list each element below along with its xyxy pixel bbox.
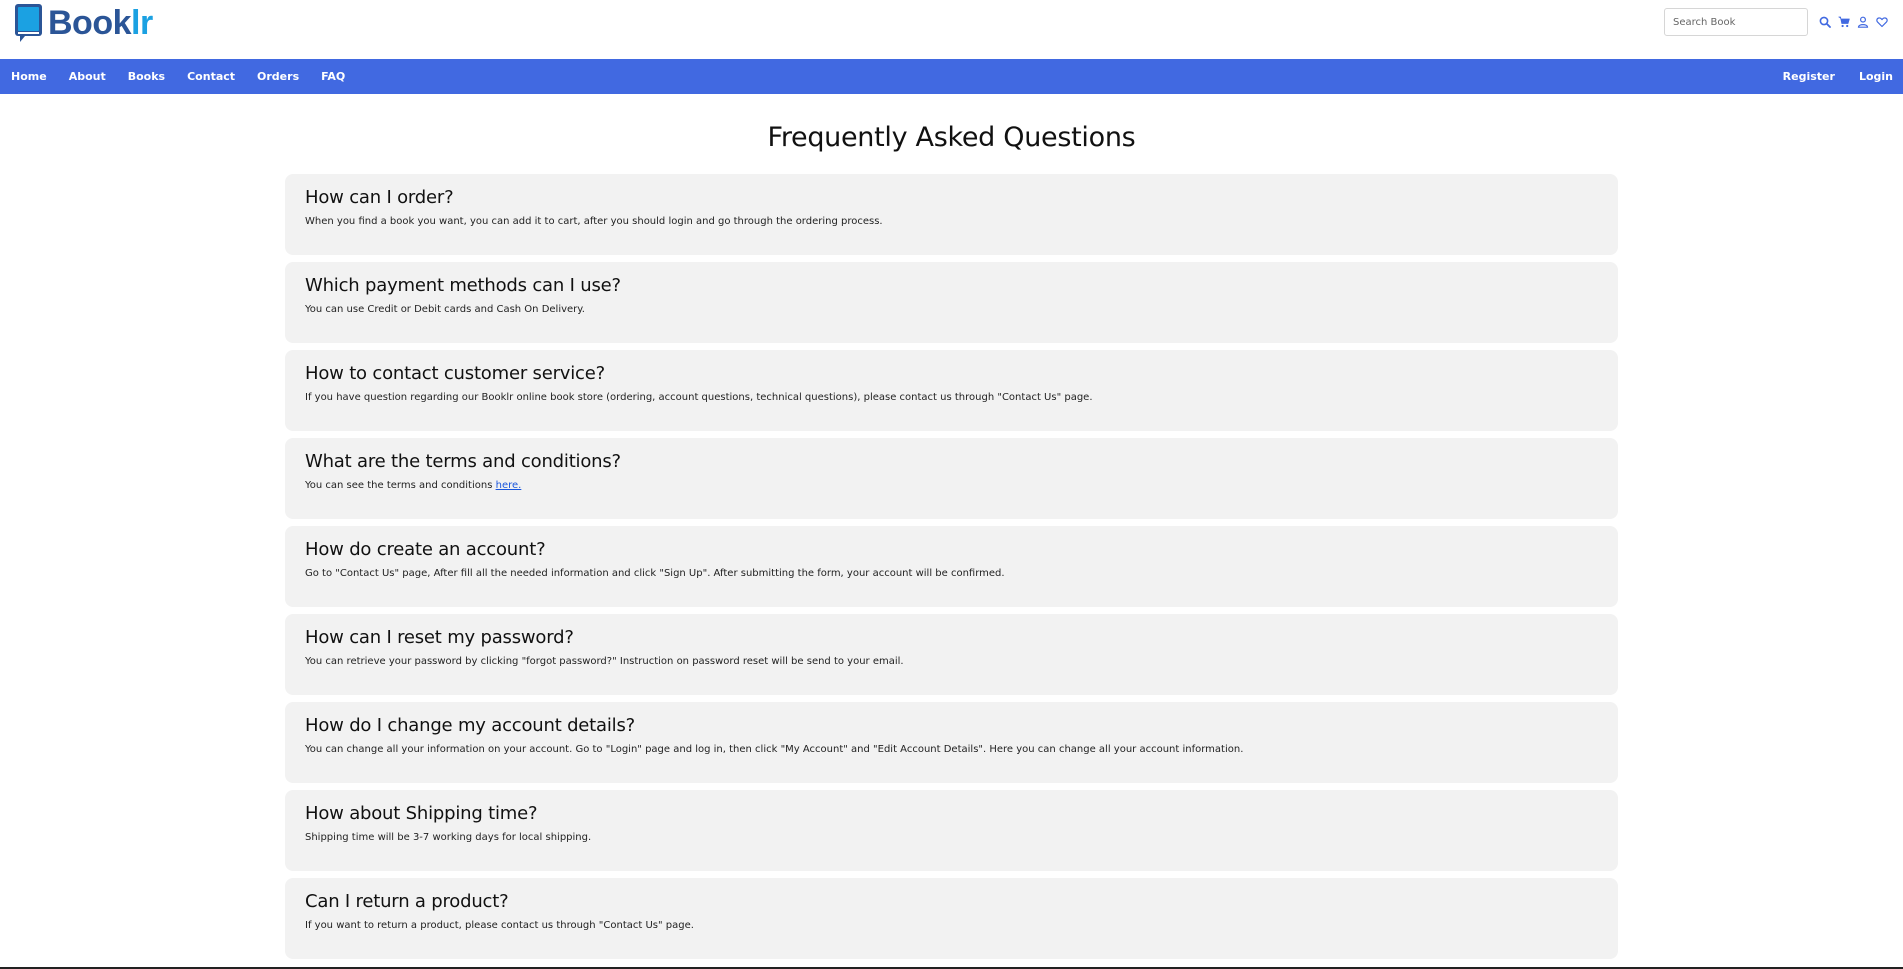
faq-item: Can I return a product? If you want to r… bbox=[285, 878, 1618, 959]
faq-item: Which payment methods can I use? You can… bbox=[285, 262, 1618, 343]
faq-question: How can I order? bbox=[305, 187, 454, 208]
faq-answer: You can retrieve your password by clicki… bbox=[305, 656, 904, 667]
nav-about[interactable]: About bbox=[58, 59, 117, 94]
faq-item: How to contact customer service? If you … bbox=[285, 350, 1618, 431]
book-logo-icon bbox=[15, 4, 42, 42]
faq-item: How do I change my account details? You … bbox=[285, 702, 1618, 783]
page-title: Frequently Asked Questions bbox=[767, 122, 1136, 153]
nav-login[interactable]: Login bbox=[1847, 59, 1903, 94]
faq-answer: You can use Credit or Debit cards and Ca… bbox=[305, 304, 585, 315]
faq-question: What are the terms and conditions? bbox=[305, 451, 621, 472]
nav-orders[interactable]: Orders bbox=[246, 59, 310, 94]
logo-text: Booklr bbox=[48, 3, 153, 43]
nav-register[interactable]: Register bbox=[1771, 59, 1847, 94]
faq-question: Which payment methods can I use? bbox=[305, 275, 621, 296]
faq-answer: When you find a book you want, you can a… bbox=[305, 216, 883, 227]
faq-answer: Go to "Contact Us" page, After fill all … bbox=[305, 568, 1005, 579]
faq-answer: If you have question regarding our Bookl… bbox=[305, 392, 1093, 403]
search-icon[interactable] bbox=[1818, 15, 1832, 29]
nav-faq[interactable]: FAQ bbox=[310, 59, 356, 94]
faq-answer: You can change all your information on y… bbox=[305, 744, 1244, 755]
faq-item: How about Shipping time? Shipping time w… bbox=[285, 790, 1618, 871]
nav-left: Home About Books Contact Orders FAQ bbox=[0, 59, 356, 94]
faq-answer: Shipping time will be 3-7 working days f… bbox=[305, 832, 592, 843]
logo-text-lr: lr bbox=[131, 4, 153, 42]
faq-question: How do create an account? bbox=[305, 539, 546, 560]
user-icon[interactable] bbox=[1856, 15, 1870, 29]
search-input[interactable] bbox=[1664, 8, 1808, 36]
faq-answer: If you want to return a product, please … bbox=[305, 920, 694, 931]
heart-icon[interactable] bbox=[1875, 15, 1889, 29]
faq-item: What are the terms and conditions? You c… bbox=[285, 438, 1618, 519]
faq-question: Can I return a product? bbox=[305, 891, 509, 912]
faq-question: How do I change my account details? bbox=[305, 715, 636, 736]
faq-answer: You can see the terms and conditions her… bbox=[305, 479, 1598, 493]
faq-page: Frequently Asked Questions How can I ord… bbox=[0, 94, 1903, 959]
nav-home[interactable]: Home bbox=[0, 59, 58, 94]
nav-right: Register Login bbox=[1771, 59, 1903, 94]
main-nav: Home About Books Contact Orders FAQ Regi… bbox=[0, 59, 1903, 94]
faq-item: How can I order? When you find a book yo… bbox=[285, 174, 1618, 255]
faq-item: How can I reset my password? You can ret… bbox=[285, 614, 1618, 695]
faq-answer-text: You can see the terms and conditions bbox=[305, 480, 496, 491]
cart-icon[interactable] bbox=[1837, 15, 1851, 29]
faq-item: How do create an account? Go to "Contact… bbox=[285, 526, 1618, 607]
terms-link[interactable]: here. bbox=[496, 480, 522, 491]
nav-contact[interactable]: Contact bbox=[176, 59, 246, 94]
faq-question: How to contact customer service? bbox=[305, 363, 605, 384]
header-tools bbox=[1664, 8, 1889, 36]
faq-question: How can I reset my password? bbox=[305, 627, 574, 648]
site-logo[interactable]: Booklr bbox=[14, 3, 153, 43]
faq-question: How about Shipping time? bbox=[305, 803, 538, 824]
faq-list: How can I order? When you find a book yo… bbox=[285, 174, 1618, 966]
nav-books[interactable]: Books bbox=[117, 59, 176, 94]
logo-text-book: Book bbox=[48, 4, 132, 42]
site-header: Booklr bbox=[0, 0, 1903, 59]
